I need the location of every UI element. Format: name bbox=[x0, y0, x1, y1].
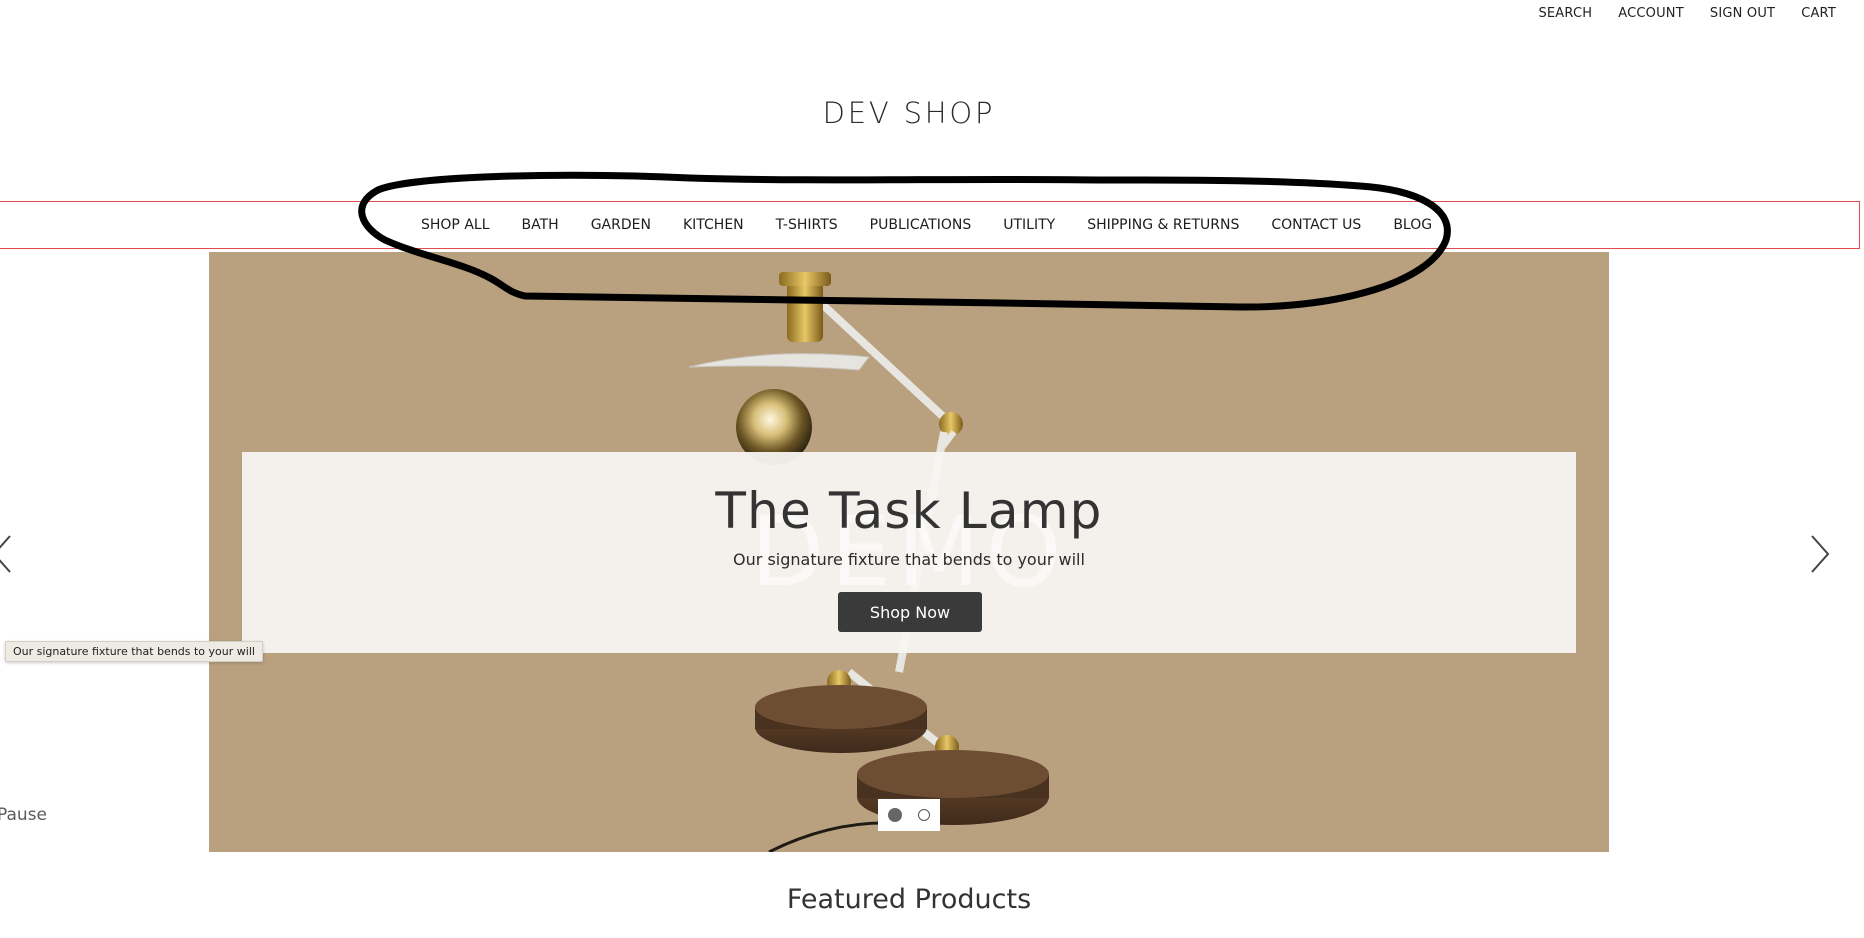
nav-item-bath[interactable]: BATH bbox=[522, 217, 559, 233]
chevron-left-icon[interactable] bbox=[0, 532, 18, 576]
utility-nav: SEARCH ACCOUNT SIGN OUT CART bbox=[1538, 6, 1836, 21]
account-link[interactable]: ACCOUNT bbox=[1618, 6, 1684, 21]
nav-item-t-shirts[interactable]: T-SHIRTS bbox=[776, 217, 838, 233]
pause-button[interactable]: Pause bbox=[0, 805, 47, 825]
hero-caption-panel: DEMO The Task Lamp Our signature fixture… bbox=[242, 452, 1576, 653]
hero-title: The Task Lamp bbox=[715, 482, 1103, 540]
search-link[interactable]: SEARCH bbox=[1538, 6, 1592, 21]
hero-subtitle: Our signature fixture that bends to your… bbox=[733, 550, 1085, 569]
carousel-dots bbox=[878, 799, 940, 831]
main-nav: SHOP ALL BATH GARDEN KITCHEN T-SHIRTS PU… bbox=[0, 201, 1860, 249]
featured-products-heading: Featured Products bbox=[786, 884, 1032, 915]
carousel-dot-1[interactable] bbox=[888, 808, 902, 822]
nav-item-kitchen[interactable]: KITCHEN bbox=[683, 217, 744, 233]
nav-item-shipping-returns[interactable]: SHIPPING & RETURNS bbox=[1087, 217, 1239, 233]
chevron-right-icon[interactable] bbox=[1804, 532, 1834, 576]
nav-item-shop-all[interactable]: SHOP ALL bbox=[421, 217, 490, 233]
shop-now-button[interactable]: Shop Now bbox=[838, 592, 982, 632]
page: SEARCH ACCOUNT SIGN OUT CART DEV SHOP SH… bbox=[0, 0, 1864, 938]
carousel-dot-2[interactable] bbox=[918, 809, 930, 821]
sign-out-link[interactable]: SIGN OUT bbox=[1710, 6, 1775, 21]
tooltip: Our signature fixture that bends to your… bbox=[5, 641, 263, 662]
cart-link[interactable]: CART bbox=[1801, 6, 1836, 21]
nav-item-publications[interactable]: PUBLICATIONS bbox=[870, 217, 972, 233]
nav-item-utility[interactable]: UTILITY bbox=[1003, 217, 1055, 233]
hero-carousel: DEMO The Task Lamp Our signature fixture… bbox=[209, 252, 1609, 852]
nav-item-blog[interactable]: BLOG bbox=[1393, 217, 1432, 233]
main-nav-list: SHOP ALL BATH GARDEN KITCHEN T-SHIRTS PU… bbox=[421, 217, 1432, 233]
nav-item-garden[interactable]: GARDEN bbox=[591, 217, 651, 233]
nav-item-contact-us[interactable]: CONTACT US bbox=[1271, 217, 1361, 233]
store-logo[interactable]: DEV SHOP bbox=[0, 96, 1818, 130]
